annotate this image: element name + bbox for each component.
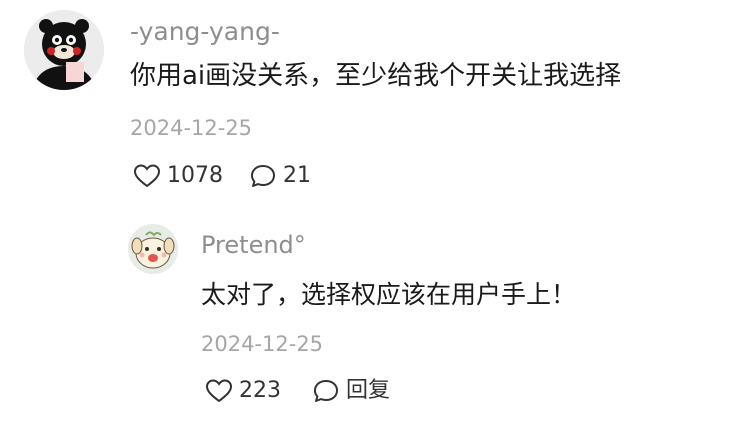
comment-text: 你用ai画没关系，至少给我个开关让我选择 (130, 61, 622, 91)
comment-date: 2024-12-25 (130, 116, 253, 140)
cartoon-dog-icon (128, 224, 178, 274)
reply-text: 太对了，选择权应该在用户手上！ (201, 280, 577, 309)
comment-like-count: 1078 (167, 163, 223, 188)
commenter-username[interactable]: -yang-yang- (130, 19, 280, 44)
speech-bubble-icon (314, 380, 338, 402)
reply-like-button[interactable]: 223 (205, 378, 281, 404)
reply-button-label: 回复 (346, 378, 391, 403)
reply-button[interactable]: 回复 (312, 378, 390, 404)
replier-avatar[interactable] (128, 224, 178, 274)
comment-reply-count: 21 (283, 163, 311, 188)
reply-like-count: 223 (239, 378, 281, 403)
comment-like-button[interactable]: 1078 (133, 163, 223, 189)
replier-username[interactable]: Pretend° (201, 233, 306, 257)
comment-replies-button[interactable]: 21 (249, 163, 311, 189)
kumamon-bear-icon (24, 10, 104, 90)
reply-date: 2024-12-25 (201, 332, 324, 356)
heart-icon (133, 164, 161, 188)
speech-bubble-icon (251, 165, 275, 187)
heart-icon (205, 379, 233, 403)
commenter-avatar[interactable] (24, 10, 104, 90)
